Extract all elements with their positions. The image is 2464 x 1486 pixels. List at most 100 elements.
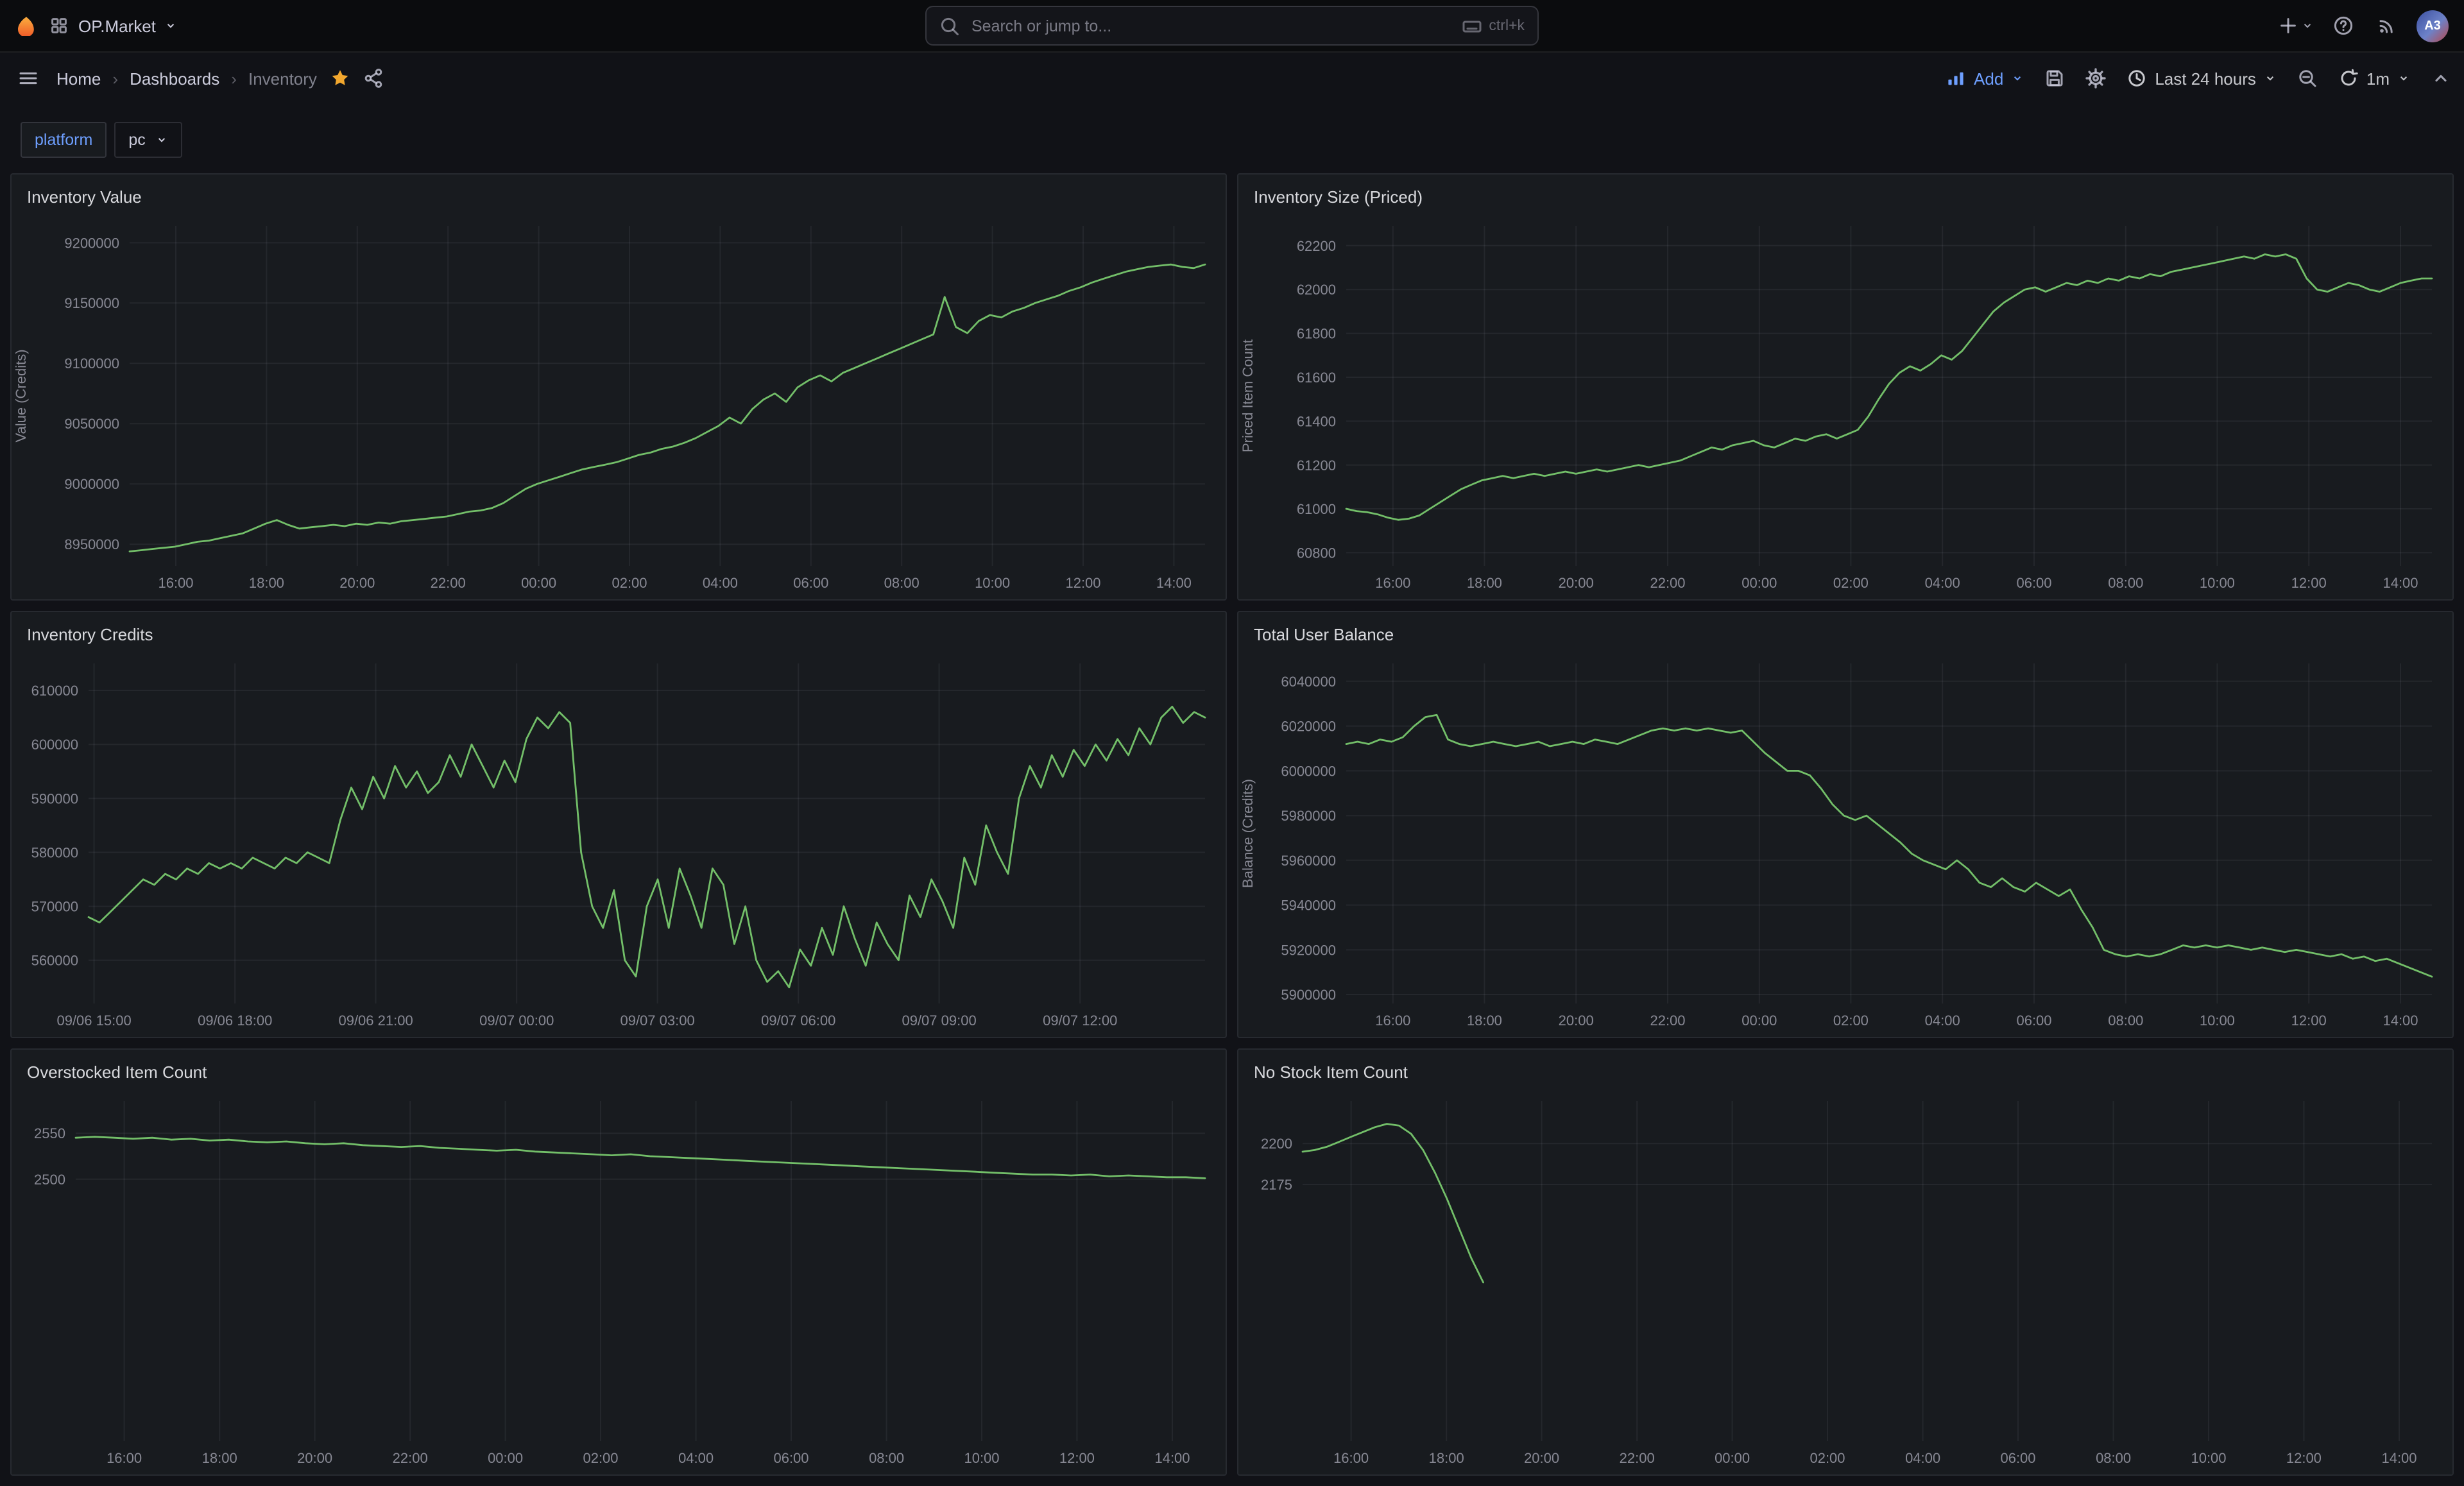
panel-header[interactable]: Inventory Credits xyxy=(12,612,1226,653)
x-tick-label: 14:00 xyxy=(1154,1450,1190,1466)
panel-title[interactable]: Inventory Size (Priced) xyxy=(1254,187,1423,206)
x-tick-label: 20:00 xyxy=(1559,575,1594,591)
save-dashboard-button[interactable] xyxy=(2044,68,2065,89)
org-switcher[interactable]: OP.Market xyxy=(49,15,178,36)
chevron-down-icon xyxy=(2011,72,2024,85)
zoom-out-button[interactable] xyxy=(2297,68,2318,89)
x-tick-label: 14:00 xyxy=(2383,1012,2418,1029)
panel-title[interactable]: Inventory Credits xyxy=(27,624,153,644)
panel-title[interactable]: Inventory Value xyxy=(27,187,142,206)
x-tick-label: 12:00 xyxy=(1059,1450,1095,1466)
x-tick-label: 09/07 09:00 xyxy=(902,1012,976,1029)
chevron-down-icon xyxy=(2397,72,2410,85)
y-tick-label: 61800 xyxy=(1297,326,1336,342)
zoom-out-icon xyxy=(2297,68,2318,89)
x-tick-label: 00:00 xyxy=(521,575,556,591)
time-series-chart[interactable]: 56000057000058000059000060000061000009/0… xyxy=(12,653,1226,1037)
x-tick-label: 18:00 xyxy=(249,575,284,591)
time-range-picker[interactable]: Last 24 hours xyxy=(2126,68,2277,89)
x-tick-label: 14:00 xyxy=(2383,575,2418,591)
panel-header[interactable]: No Stock Item Count xyxy=(1238,1050,2452,1091)
search-icon xyxy=(939,15,960,36)
x-tick-label: 20:00 xyxy=(1559,1012,1594,1029)
chart-add-icon xyxy=(1946,68,1966,89)
x-tick-label: 10:00 xyxy=(964,1450,999,1466)
favorite-star-button[interactable] xyxy=(330,68,350,89)
x-tick-label: 12:00 xyxy=(2291,1012,2327,1029)
refresh-interval-label: 1m xyxy=(2366,69,2390,88)
org-icon xyxy=(49,15,69,36)
x-tick-label: 18:00 xyxy=(1429,1450,1464,1466)
x-tick-label: 04:00 xyxy=(703,575,738,591)
clock-icon xyxy=(2126,68,2147,89)
y-tick-label: 570000 xyxy=(31,899,78,915)
user-avatar[interactable]: A3 xyxy=(2417,10,2449,42)
share-button[interactable] xyxy=(363,68,384,89)
add-panel-button[interactable]: Add xyxy=(1946,68,2024,89)
mega-menu-toggle[interactable] xyxy=(13,63,44,94)
new-menu-button[interactable] xyxy=(2278,9,2314,42)
y-axis-label: Balance (Credits) xyxy=(1240,779,1256,888)
x-tick-label: 06:00 xyxy=(773,1450,809,1466)
time-series-chart[interactable]: 8950000900000090500009100000915000092000… xyxy=(12,216,1226,599)
time-series-chart[interactable]: 2200217516:0018:0020:0022:0000:0002:0004… xyxy=(1238,1091,2452,1474)
x-tick-label: 10:00 xyxy=(2200,575,2235,591)
panel-title[interactable]: Total User Balance xyxy=(1254,624,1394,644)
news-button[interactable] xyxy=(2373,9,2401,42)
keyboard-icon xyxy=(1462,15,1482,36)
x-tick-label: 18:00 xyxy=(1467,575,1502,591)
y-tick-label: 2500 xyxy=(34,1172,65,1188)
panel-header[interactable]: Overstocked Item Count xyxy=(12,1050,1226,1091)
panel-header[interactable]: Inventory Size (Priced) xyxy=(1238,175,2452,216)
y-tick-label: 5960000 xyxy=(1281,853,1336,869)
x-tick-label: 12:00 xyxy=(2286,1450,2322,1466)
panel-header[interactable]: Inventory Value xyxy=(12,175,1226,216)
y-tick-label: 5900000 xyxy=(1281,987,1336,1003)
grafana-logo-icon[interactable] xyxy=(15,15,36,36)
x-tick-label: 08:00 xyxy=(2108,575,2143,591)
dashboard-settings-button[interactable] xyxy=(2085,68,2106,89)
y-tick-label: 5920000 xyxy=(1281,942,1336,958)
chevron-down-icon xyxy=(2264,72,2277,85)
panel-total-user-balance: Total User Balance 590000059200005940000… xyxy=(1237,611,2454,1038)
panel-title[interactable]: No Stock Item Count xyxy=(1254,1062,1408,1081)
x-tick-label: 09/06 21:00 xyxy=(338,1012,413,1029)
collapse-toolbar-button[interactable] xyxy=(2431,68,2451,89)
breadcrumb-current: Inventory xyxy=(248,69,317,88)
variable-value-dropdown[interactable]: pc xyxy=(114,122,182,158)
breadcrumb-dashboards[interactable]: Dashboards xyxy=(130,69,219,88)
panel-grid: Inventory Value 895000090000009050000910… xyxy=(0,158,2464,1486)
x-tick-label: 20:00 xyxy=(1524,1450,1559,1466)
time-series-chart[interactable]: 6080061000612006140061600618006200062200… xyxy=(1238,216,2452,599)
series-line xyxy=(1303,1124,1484,1283)
y-tick-label: 60800 xyxy=(1297,545,1336,561)
breadcrumb-home[interactable]: Home xyxy=(56,69,101,88)
x-tick-label: 18:00 xyxy=(1467,1012,1502,1029)
refresh-picker[interactable]: 1m xyxy=(2338,68,2410,89)
y-tick-label: 9100000 xyxy=(64,355,119,372)
panel-title[interactable]: Overstocked Item Count xyxy=(27,1062,207,1081)
y-tick-label: 590000 xyxy=(31,790,78,807)
x-tick-label: 02:00 xyxy=(1833,575,1869,591)
variables-row: platform pc xyxy=(0,104,2464,158)
panel-header[interactable]: Total User Balance xyxy=(1238,612,2452,653)
x-tick-label: 04:00 xyxy=(1925,1012,1960,1029)
panel-overstocked-item-count: Overstocked Item Count 2550250016:0018:0… xyxy=(10,1048,1227,1476)
time-range-label: Last 24 hours xyxy=(2155,69,2256,88)
x-tick-label: 06:00 xyxy=(2016,1012,2051,1029)
x-tick-label: 02:00 xyxy=(583,1450,618,1466)
y-axis-label: Value (Credits) xyxy=(13,349,29,442)
x-tick-label: 04:00 xyxy=(678,1450,714,1466)
x-tick-label: 22:00 xyxy=(1650,575,1685,591)
time-series-chart[interactable]: 2550250016:0018:0020:0022:0000:0002:0004… xyxy=(12,1091,1226,1474)
x-tick-label: 09/06 18:00 xyxy=(198,1012,272,1029)
variable-selected-value: pc xyxy=(128,131,145,149)
panel-no-stock-item-count: No Stock Item Count 2200217516:0018:0020… xyxy=(1237,1048,2454,1476)
time-series-chart[interactable]: 5900000592000059400005960000598000060000… xyxy=(1238,653,2452,1037)
y-tick-label: 9000000 xyxy=(64,476,119,492)
search-placeholder: Search or jump to... xyxy=(971,17,1111,35)
help-button[interactable] xyxy=(2329,9,2357,42)
x-tick-label: 00:00 xyxy=(488,1450,523,1466)
search-input[interactable]: Search or jump to... ctrl+k xyxy=(925,6,1539,46)
hamburger-icon xyxy=(18,68,38,89)
